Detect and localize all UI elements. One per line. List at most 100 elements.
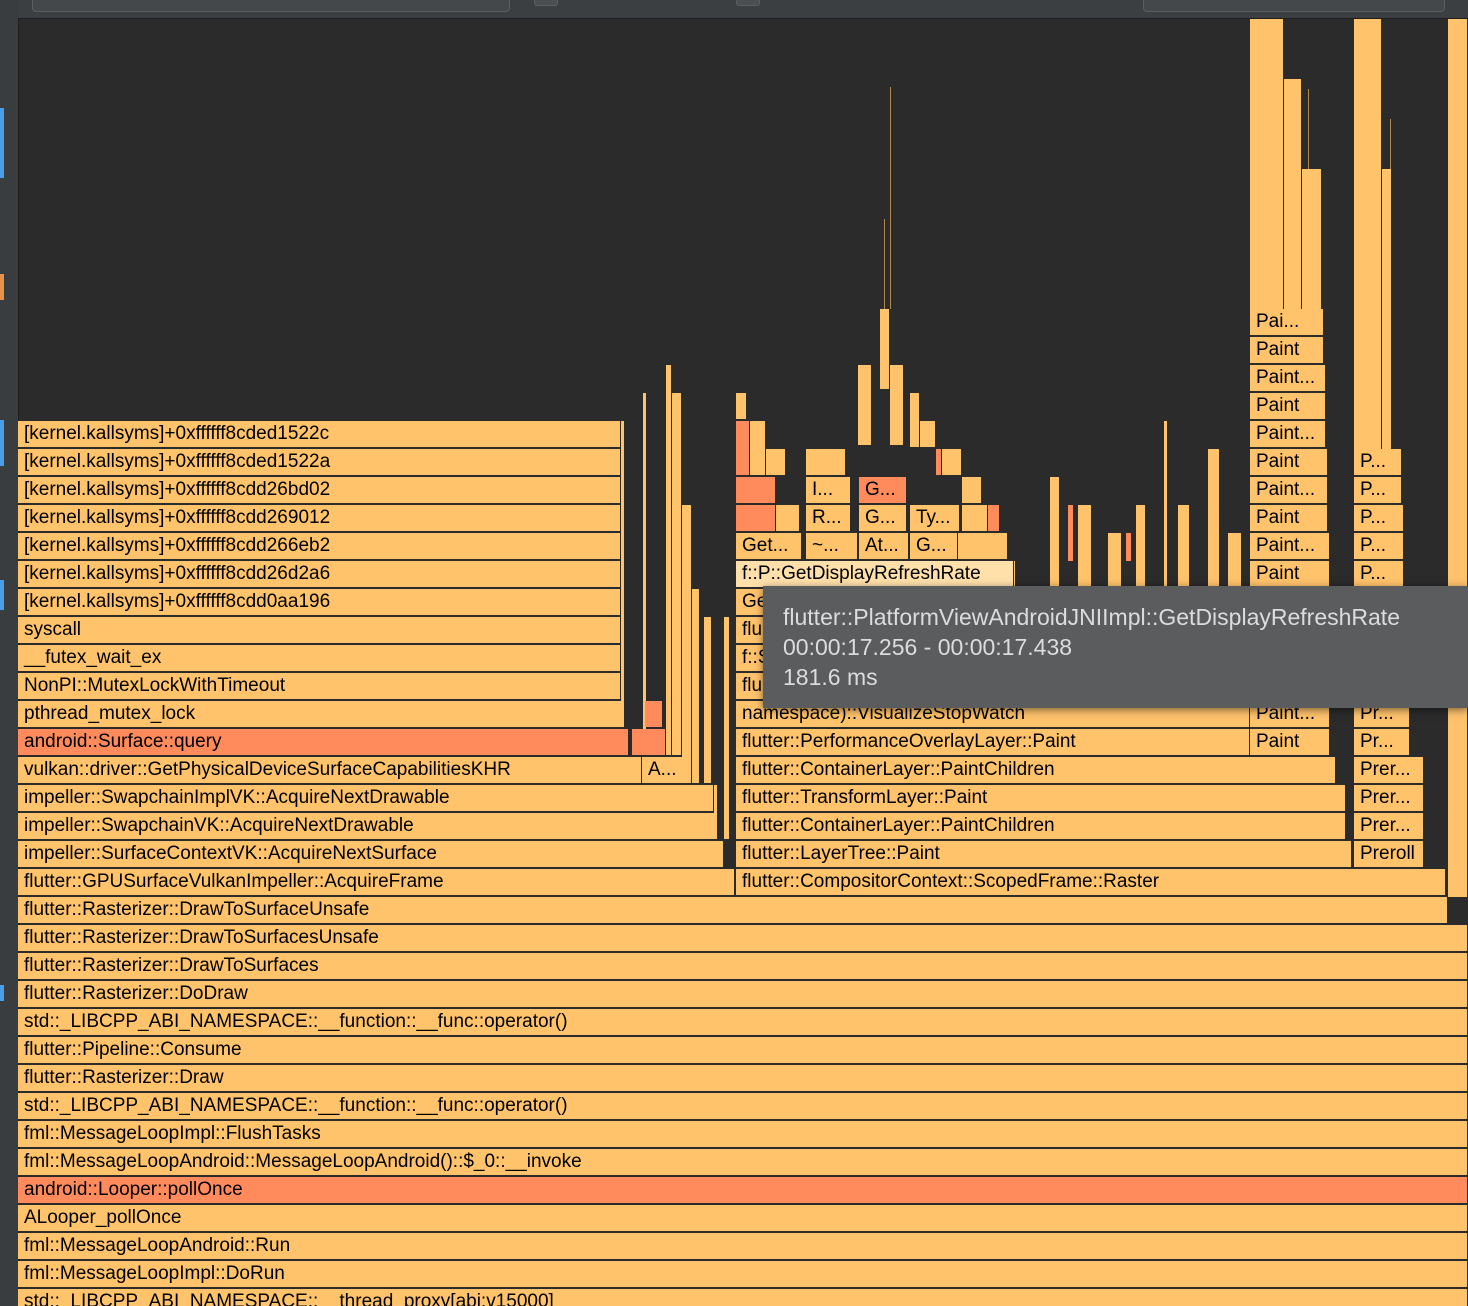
flame-frame[interactable]: syscall [18,617,621,644]
flame-sliver[interactable] [1164,421,1168,587]
flame-sliver[interactable] [1354,19,1382,449]
flame-frame[interactable]: fml::MessageLoopImpl::DoRun [18,1261,1468,1288]
flame-sliver[interactable] [1250,19,1284,309]
flame-sliver[interactable] [736,505,776,531]
flame-sliver[interactable] [643,393,647,729]
flame-frame[interactable]: flutter::Rasterizer::DoDraw [18,981,1468,1008]
flame-sliver[interactable] [1208,449,1220,587]
flame-frame[interactable]: impeller::SwapchainVK::AcquireNextDrawab… [18,813,717,840]
flame-sliver[interactable] [890,365,904,445]
flame-frame[interactable]: Prer... [1354,785,1424,812]
flame-sliver[interactable] [1228,533,1242,587]
flame-frame[interactable]: flutter::Rasterizer::Draw [18,1065,1468,1092]
flame-frame[interactable]: Get... [736,533,802,560]
flame-frame[interactable]: Prer... [1354,813,1424,840]
flame-frame[interactable]: fml::MessageLoopImpl::FlushTasks [18,1121,1468,1148]
flame-frame[interactable]: android::Looper::pollOnce [18,1177,1468,1204]
selected-flame-frame[interactable]: f::P::GetDisplayRefreshRate [736,561,1014,588]
flame-frame[interactable]: Paint... [1250,365,1326,392]
flame-frame[interactable]: __futex_wait_ex [18,645,621,672]
flame-frame[interactable]: flutter::Rasterizer::DrawToSurfacesUnsaf… [18,925,1468,952]
flame-sliver[interactable] [806,449,846,475]
flame-sliver[interactable] [962,477,982,503]
flame-sliver[interactable] [1108,533,1122,587]
flame-frame[interactable]: Preroll [1354,841,1424,868]
flame-frame[interactable]: Paint [1250,337,1324,364]
flame-frame[interactable]: I... [806,477,851,504]
flame-sliver[interactable] [920,421,936,447]
flame-sliver[interactable] [1284,79,1302,309]
flame-frame[interactable]: P... [1354,477,1402,504]
flame-sliver[interactable] [942,449,962,475]
filter-checkbox[interactable] [534,0,558,6]
flame-sliver[interactable] [988,505,1000,531]
flame-frame[interactable]: fml::MessageLoopAndroid::Run [18,1233,1468,1260]
flame-frame[interactable]: G... [910,533,958,560]
flame-sliver[interactable] [1050,477,1060,587]
flame-sliver[interactable] [1178,505,1190,587]
flame-sliver[interactable] [632,729,666,755]
flame-frame[interactable]: flutter::ContainerLayer::PaintChildren [736,757,1336,784]
flame-frame[interactable]: Paint [1250,561,1330,588]
flame-sliver[interactable] [714,785,718,839]
flame-frame[interactable]: P... [1354,505,1404,532]
flame-frame[interactable]: flutter::ContainerLayer::PaintChildren [736,813,1346,840]
flame-frame[interactable]: Paint... [1250,533,1330,560]
flame-sliver[interactable] [776,505,800,531]
flame-sliver[interactable] [645,701,663,727]
flame-sliver[interactable] [1302,169,1322,309]
flame-frame[interactable]: G... [859,505,907,532]
flame-frame[interactable]: impeller::SurfaceContextVK::AcquireNextS… [18,841,724,868]
flame-frame[interactable]: flutter::Rasterizer::DrawToSurfaceUnsafe [18,897,1448,924]
flame-sliver[interactable] [621,421,625,701]
flame-frame[interactable]: fml::MessageLoopAndroid::MessageLoopAndr… [18,1149,1468,1176]
flame-frame[interactable]: Paint [1250,729,1330,756]
flame-frame[interactable]: flutter::TransformLayer::Paint [736,785,1346,812]
flame-sliver[interactable] [736,393,747,419]
flame-frame[interactable]: P... [1354,533,1404,560]
flame-sliver[interactable] [962,505,988,531]
flame-frame[interactable]: [kernel.kallsyms]+0xffffff8cdd0aa196 [18,589,621,616]
flame-frame[interactable]: android::Surface::query [18,729,629,756]
flame-frame[interactable]: A... [642,757,687,784]
flame-sliver[interactable] [910,393,920,447]
flame-frame[interactable]: [kernel.kallsyms]+0xffffff8cdd26d2a6 [18,561,621,588]
flame-frame[interactable]: flutter::Pipeline::Consume [18,1037,1468,1064]
filter-input[interactable] [1143,0,1445,12]
flame-frame[interactable]: Paint... [1250,421,1326,448]
flame-sliver[interactable] [1448,19,1468,897]
flame-frame[interactable]: std::_LIBCPP_ABI_NAMESPACE::__function::… [18,1009,1468,1036]
flame-frame[interactable]: std::_LIBCPP_ABI_NAMESPACE::__thread_pro… [18,1289,1468,1306]
flame-frame[interactable]: flutter::PerformanceOverlayLayer::Paint [736,729,1250,756]
flame-sliver[interactable] [880,309,890,389]
flame-frame[interactable]: flutter::Rasterizer::DrawToSurfaces [18,953,1468,980]
flame-sliver[interactable] [736,421,750,475]
flame-frame[interactable]: Paint [1250,393,1326,420]
flame-frame[interactable]: ~... [806,533,858,560]
flame-frame[interactable]: [kernel.kallsyms]+0xffffff8cdd269012 [18,505,621,532]
flame-frame[interactable]: [kernel.kallsyms]+0xffffff8cded1522c [18,421,621,448]
flame-frame[interactable]: impeller::SwapchainImplVK::AcquireNextDr… [18,785,714,812]
flame-frame[interactable]: R... [806,505,851,532]
flame-sliver[interactable] [704,617,712,783]
flame-frame[interactable]: P... [1354,449,1402,476]
flame-sliver[interactable] [1136,505,1146,587]
search-input[interactable] [32,0,510,12]
flame-sliver[interactable] [1068,505,1074,561]
flame-frame[interactable]: [kernel.kallsyms]+0xffffff8cdd266eb2 [18,533,621,560]
flame-sliver[interactable] [692,589,700,783]
flame-frame[interactable]: At... [859,533,909,560]
flame-frame[interactable]: Pai... [1250,309,1324,336]
flame-sliver[interactable] [750,421,766,475]
flame-frame[interactable]: Prer... [1354,757,1424,784]
flame-frame[interactable]: Ty... [910,505,960,532]
filter-checkbox[interactable] [736,0,760,6]
flame-sliver[interactable] [724,617,730,839]
flame-frame[interactable]: pthread_mutex_lock [18,701,625,728]
flame-frame[interactable]: [kernel.kallsyms]+0xffffff8cdd26bd02 [18,477,621,504]
flame-sliver[interactable] [736,477,776,503]
flame-frame[interactable]: P... [1354,561,1404,588]
flame-frame[interactable]: Paint [1250,505,1328,532]
flame-sliver[interactable] [1078,505,1092,587]
flame-frame[interactable]: Pr... [1354,729,1410,756]
